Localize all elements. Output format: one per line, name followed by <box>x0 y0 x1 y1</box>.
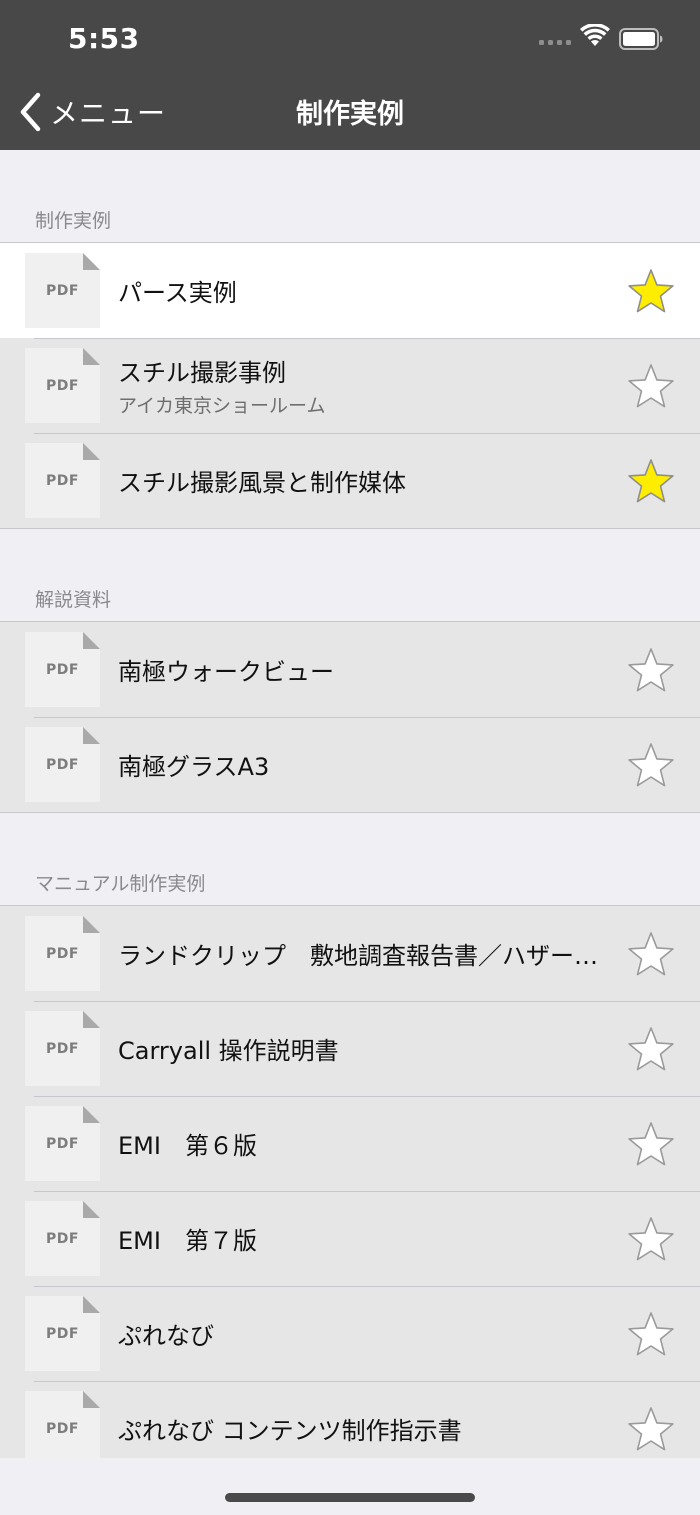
star-icon[interactable] <box>627 1405 675 1453</box>
list-item-title: EMI 第６版 <box>118 1132 257 1160</box>
list-item[interactable]: PDF ランドクリップ 敷地調査報告書／ハザード… <box>0 906 700 1001</box>
list-item[interactable]: PDF EMI 第７版 <box>0 1191 700 1286</box>
list-item-title: スチル撮影事例 <box>118 359 286 387</box>
star-icon[interactable] <box>627 457 675 505</box>
pdf-label: PDF <box>46 662 79 678</box>
cellular-signal-icon <box>539 40 571 46</box>
list-item-title: スチル撮影風景と制作媒体 <box>118 469 406 497</box>
list-item[interactable]: PDF ぷれなび コンテンツ制作指示書 <box>0 1381 700 1458</box>
list-item-title: パース実例 <box>118 279 237 307</box>
list-item-title: Carryall 操作説明書 <box>118 1037 339 1065</box>
pdf-label: PDF <box>46 378 79 394</box>
list-item[interactable]: PDF 南極ウォークビュー <box>0 622 700 717</box>
section-list: PDF パース実例 PDF スチル撮影事例 アイカ東京ショールーム PDF スチ… <box>0 242 700 529</box>
pdf-thumbnail: PDF <box>25 916 100 991</box>
pdf-thumbnail: PDF <box>25 1391 100 1458</box>
list-item[interactable]: PDF スチル撮影事例 アイカ東京ショールーム <box>0 338 700 433</box>
pdf-thumbnail: PDF <box>25 443 100 518</box>
list-item-title: ランドクリップ 敷地調査報告書／ハザード… <box>118 942 614 970</box>
pdf-label: PDF <box>46 1421 79 1437</box>
star-icon[interactable] <box>627 362 675 410</box>
pdf-label: PDF <box>46 1041 79 1057</box>
list-item-title: ぷれなび コンテンツ制作指示書 <box>118 1417 462 1445</box>
pdf-label: PDF <box>46 946 79 962</box>
list-item[interactable]: PDF スチル撮影風景と制作媒体 <box>0 433 700 528</box>
battery-icon <box>619 28 663 50</box>
section-header: マニュアル制作実例 <box>35 873 206 895</box>
list-item[interactable]: PDF パース実例 <box>0 243 700 338</box>
star-icon[interactable] <box>627 1215 675 1263</box>
list-item[interactable]: PDF ぷれなび <box>0 1286 700 1381</box>
star-icon[interactable] <box>627 1310 675 1358</box>
list-item-title: ぷれなび <box>118 1322 214 1350</box>
list-item-title: EMI 第７版 <box>118 1227 257 1255</box>
pdf-label: PDF <box>46 1231 79 1247</box>
navigation-bar: 5:53 メニュー 制作実例 <box>0 0 700 150</box>
pdf-thumbnail: PDF <box>25 727 100 802</box>
section-header: 解説資料 <box>35 589 112 611</box>
pdf-label: PDF <box>46 283 79 299</box>
page-title: 制作実例 <box>296 99 404 130</box>
home-indicator[interactable] <box>225 1493 475 1502</box>
list-item-title: 南極グラスA3 <box>118 753 270 781</box>
pdf-thumbnail: PDF <box>25 348 100 423</box>
list-item[interactable]: PDF Carryall 操作説明書 <box>0 1001 700 1096</box>
list-item-subtitle: アイカ東京ショールーム <box>118 395 326 417</box>
star-icon[interactable] <box>627 1120 675 1168</box>
status-time: 5:53 <box>68 22 140 55</box>
pdf-thumbnail: PDF <box>25 632 100 707</box>
star-icon[interactable] <box>627 646 675 694</box>
list-item[interactable]: PDF EMI 第６版 <box>0 1096 700 1191</box>
pdf-thumbnail: PDF <box>25 1106 100 1181</box>
wifi-icon <box>580 24 610 46</box>
pdf-label: PDF <box>46 473 79 489</box>
star-icon[interactable] <box>627 930 675 978</box>
pdf-thumbnail: PDF <box>25 1201 100 1276</box>
star-icon[interactable] <box>627 741 675 789</box>
list-item-title: 南極ウォークビュー <box>118 658 334 686</box>
star-icon[interactable] <box>627 267 675 315</box>
pdf-thumbnail: PDF <box>25 1011 100 1086</box>
pdf-thumbnail: PDF <box>25 253 100 328</box>
section-list: PDF ランドクリップ 敷地調査報告書／ハザード… PDF Carryall 操… <box>0 905 700 1458</box>
list-item[interactable]: PDF 南極グラスA3 <box>0 717 700 812</box>
star-icon[interactable] <box>627 1025 675 1073</box>
section-header: 制作実例 <box>35 210 112 232</box>
pdf-label: PDF <box>46 1136 79 1152</box>
pdf-label: PDF <box>46 757 79 773</box>
pdf-label: PDF <box>46 1326 79 1342</box>
pdf-thumbnail: PDF <box>25 1296 100 1371</box>
section-list: PDF 南極ウォークビュー PDF 南極グラスA3 <box>0 621 700 813</box>
